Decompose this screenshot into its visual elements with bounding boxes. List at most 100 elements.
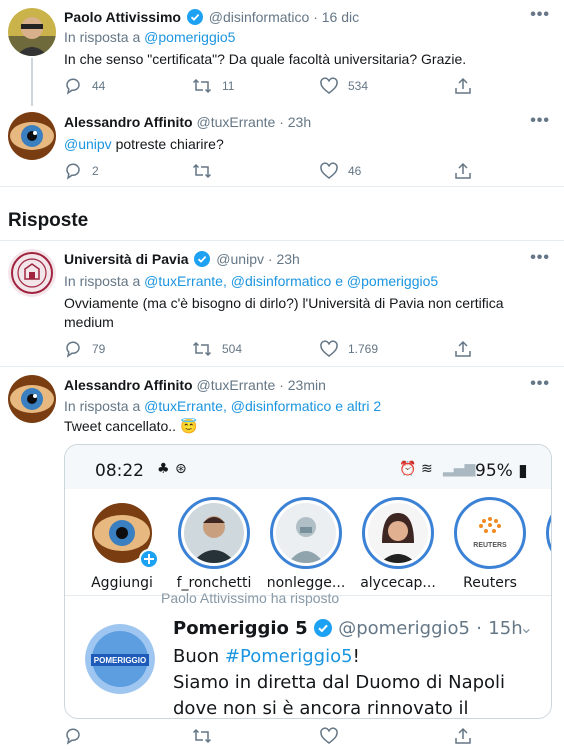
- divider: [0, 186, 564, 187]
- reply-button[interactable]: 2: [64, 162, 99, 180]
- story-partial[interactable]: [539, 497, 551, 569]
- tweet-time[interactable]: 16 dic: [322, 9, 359, 25]
- attached-screenshot[interactable]: 08:22 ♣ ⊛ ⏰ ≋ ▂▄▆ 95% ▮ Aggiungi f_ronch…: [64, 444, 552, 719]
- wifi-icon: ≋: [421, 461, 433, 477]
- like-button[interactable]: 534: [320, 77, 368, 95]
- tweet-time[interactable]: 23h: [288, 114, 311, 130]
- mention-link[interactable]: @unipv: [64, 136, 112, 152]
- tweet-body: Tweet cancellato..: [64, 418, 177, 434]
- more-options-icon[interactable]: •••: [530, 375, 550, 393]
- avatar-alessandro[interactable]: [8, 112, 56, 160]
- embed-text-line: Buon #Pomeriggio5!: [173, 646, 360, 667]
- avatar-paolo[interactable]: [8, 8, 56, 56]
- reply-to-link[interactable]: @pomeriggio5: [144, 29, 235, 45]
- hashtag-link[interactable]: #Pomeriggio5: [225, 646, 353, 667]
- heart-icon: [320, 162, 338, 179]
- reply-button[interactable]: [64, 727, 82, 745]
- emoji: 😇: [179, 418, 198, 434]
- pomeriggio-logo-text: POMERIGGIO: [94, 656, 146, 665]
- retweet-count: 504: [222, 342, 243, 356]
- avatar-unipv[interactable]: [8, 249, 56, 297]
- reply-to-link[interactable]: @disinformatico: [231, 273, 332, 289]
- reply-join: e: [335, 273, 344, 289]
- more-options-icon[interactable]: •••: [530, 112, 550, 130]
- like-button[interactable]: 46: [320, 162, 361, 180]
- author-name[interactable]: Alessandro Affinito: [64, 114, 193, 130]
- reply-button[interactable]: 44: [64, 77, 105, 95]
- separator-dot: ·: [267, 251, 273, 267]
- story-nonlegge[interactable]: nonlegge...: [263, 497, 349, 591]
- story-label: Aggiungi: [91, 575, 153, 591]
- share-button[interactable]: [454, 340, 472, 358]
- story-label: f_ronchetti: [176, 575, 252, 591]
- author-name[interactable]: Paolo Attivissimo: [64, 9, 181, 25]
- more-options-icon[interactable]: •••: [530, 6, 550, 24]
- author-handle[interactable]: @tuxErrante: [197, 114, 276, 130]
- share-button[interactable]: [454, 727, 472, 745]
- story-add[interactable]: Aggiungi: [79, 497, 165, 591]
- ghost-reply-text: Paolo Attivissimo ha risposto: [161, 590, 340, 606]
- reply-button[interactable]: 79: [64, 340, 105, 358]
- avatar-alessandro[interactable]: [8, 375, 56, 423]
- tweet-time[interactable]: 23h: [276, 251, 299, 267]
- story-reuters[interactable]: REUTERS Reuters: [447, 497, 533, 591]
- author-name[interactable]: Alessandro Affinito: [64, 377, 193, 393]
- tweet-time[interactable]: 23min: [288, 377, 326, 393]
- share-icon: [455, 162, 471, 179]
- battery-level: 95% ▮: [475, 461, 528, 481]
- story-alycecap[interactable]: alycecap...: [355, 497, 441, 591]
- like-button[interactable]: 1.769: [320, 340, 378, 358]
- embedded-tweet[interactable]: Paolo Attivissimo ha risposto POMERIGGIO…: [65, 590, 551, 718]
- replies-section-title: Risposte: [8, 210, 89, 231]
- tweet-text-line: medium: [64, 314, 114, 330]
- tweet-alessandro-1[interactable]: Alessandro Affinito @tuxErrante · 23h ••…: [0, 108, 564, 186]
- tweet-unipv[interactable]: Università di Pavia @unipv · 23h ••• In …: [0, 241, 564, 365]
- signal-icon: ▂▄▆: [443, 461, 476, 477]
- reply-to-link[interactable]: @tuxErrante: [144, 398, 223, 414]
- separator-dot: ·: [279, 114, 284, 130]
- heart-icon: [320, 340, 338, 357]
- author-handle[interactable]: @unipv: [216, 251, 264, 267]
- separator-dot: ·: [313, 9, 318, 25]
- tweet-actions: [64, 727, 484, 747]
- reply-join[interactable]: e altri 2: [335, 398, 381, 414]
- embed-header: Pomeriggio 5 @pomeriggio5 · 15h: [173, 618, 523, 639]
- reuters-logo-text: REUTERS: [473, 542, 507, 549]
- more-options-icon[interactable]: •••: [530, 249, 550, 267]
- tweet-text: In che senso "certificata"? Da quale fac…: [64, 51, 467, 67]
- reply-to-link[interactable]: @tuxErrante: [144, 273, 223, 289]
- tweet-paolo[interactable]: Paolo Attivissimo @disinformatico · 16 d…: [0, 0, 564, 104]
- embed-author-handle[interactable]: @pomeriggio5: [338, 618, 470, 639]
- share-button[interactable]: [454, 77, 472, 95]
- reply-context: In risposta a @tuxErrante, @disinformati…: [64, 398, 382, 414]
- verified-icon: [194, 251, 211, 270]
- notification-icon: ⊛: [175, 461, 187, 477]
- retweet-button[interactable]: 504: [192, 340, 242, 358]
- share-button[interactable]: [454, 162, 472, 180]
- reply-prefix: In risposta a: [64, 398, 141, 414]
- retweet-button[interactable]: [192, 162, 222, 180]
- reply-icon: [66, 341, 80, 358]
- retweet-button[interactable]: 11: [192, 77, 234, 95]
- chevron-down-icon[interactable]: ⌄: [520, 618, 533, 638]
- pomeriggio5-avatar[interactable]: POMERIGGIO: [85, 624, 155, 694]
- story-f-ronchetti[interactable]: f_ronchetti: [171, 497, 257, 591]
- retweet-count: 11: [222, 79, 235, 93]
- embed-author-name[interactable]: Pomeriggio 5: [173, 618, 308, 639]
- reply-context: In risposta a @tuxErrante, @disinformati…: [64, 273, 439, 289]
- reply-count: 2: [92, 164, 99, 178]
- retweet-icon: [192, 341, 212, 357]
- author-handle[interactable]: @tuxErrante: [197, 377, 276, 393]
- like-count: 46: [348, 164, 362, 178]
- author-name[interactable]: Università di Pavia: [64, 251, 189, 267]
- retweet-button[interactable]: [192, 727, 212, 745]
- verified-icon: [186, 9, 203, 28]
- tweet-actions: 2 46: [64, 162, 484, 182]
- notification-icon: ♣: [157, 461, 170, 477]
- story-label: Reuters: [463, 575, 517, 591]
- reply-to-link[interactable]: @pomeriggio5: [347, 273, 438, 289]
- author-handle[interactable]: @disinformatico: [209, 9, 310, 25]
- like-button[interactable]: [320, 727, 338, 745]
- reply-to-link[interactable]: @disinformatico: [231, 398, 332, 414]
- share-icon: [455, 77, 471, 94]
